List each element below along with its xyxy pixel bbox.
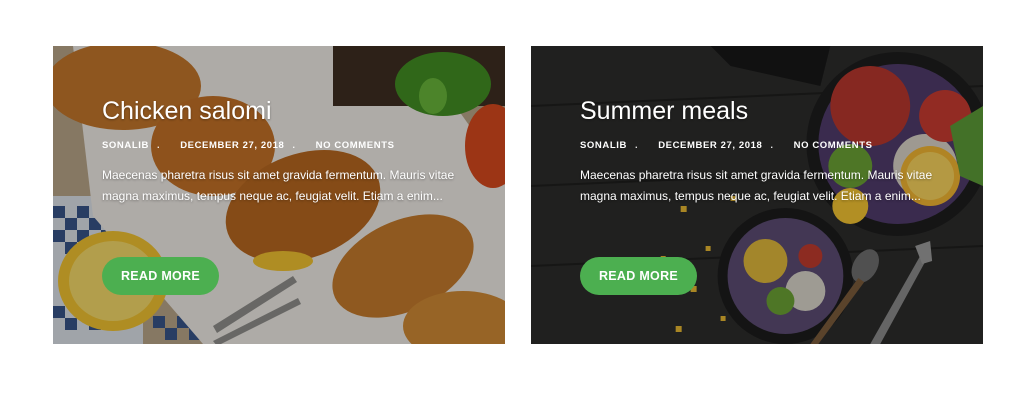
post-author[interactable]: SONALIB [102,140,149,151]
post-content: Chicken salomi SONALIB . DECEMBER 27, 20… [102,94,462,207]
read-more-button[interactable]: READ MORE [580,257,697,295]
post-excerpt: Maecenas pharetra risus sit amet gravida… [102,168,455,203]
post-meta: SONALIB . DECEMBER 27, 2018 . NO COMMENT… [102,140,462,151]
post-title[interactable]: Chicken salomi [102,94,462,128]
post-content: Summer meals SONALIB . DECEMBER 27, 2018… [580,94,940,207]
meta-separator: . [770,140,774,151]
meta-separator: . [292,140,296,151]
post-excerpt: Maecenas pharetra risus sit amet gravida… [580,168,933,203]
post-date[interactable]: DECEMBER 27, 2018 [658,140,762,151]
post-card: Chicken salomi SONALIB . DECEMBER 27, 20… [53,46,505,344]
post-author[interactable]: SONALIB [580,140,627,151]
post-card: Summer meals SONALIB . DECEMBER 27, 2018… [531,46,983,344]
meta-separator: . [634,140,639,151]
post-comments[interactable]: NO COMMENTS [316,140,395,151]
post-title[interactable]: Summer meals [580,94,940,128]
meta-separator: . [156,140,161,151]
post-date[interactable]: DECEMBER 27, 2018 [180,140,284,151]
read-more-button[interactable]: READ MORE [102,257,219,295]
post-meta: SONALIB . DECEMBER 27, 2018 . NO COMMENT… [580,140,940,151]
post-comments[interactable]: NO COMMENTS [794,140,873,151]
